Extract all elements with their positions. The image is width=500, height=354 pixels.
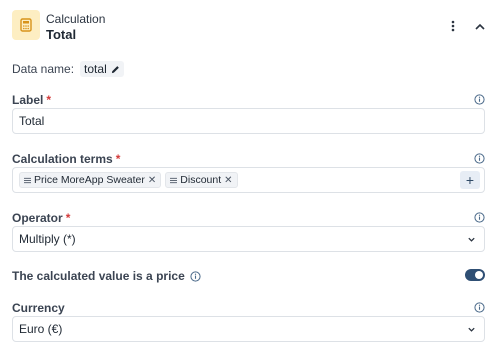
info-icon[interactable] bbox=[474, 94, 485, 105]
info-icon[interactable] bbox=[474, 153, 485, 164]
widget-header: Calculation Total bbox=[12, 10, 488, 44]
list-icon bbox=[170, 177, 178, 183]
currency-select[interactable]: Euro (€) bbox=[12, 316, 485, 342]
price-toggle[interactable] bbox=[465, 269, 485, 281]
remove-term-icon[interactable]: ✕ bbox=[224, 175, 232, 186]
label-field-label: Label * bbox=[12, 93, 52, 107]
calculator-icon bbox=[12, 10, 40, 40]
toggle-knob bbox=[475, 271, 483, 279]
widget-type-label: Calculation bbox=[46, 12, 106, 26]
info-icon[interactable] bbox=[474, 212, 485, 223]
price-toggle-label: The calculated value is a price bbox=[12, 269, 201, 283]
operator-select[interactable]: Multiply (*) bbox=[12, 226, 485, 252]
data-name-value[interactable]: total bbox=[80, 61, 124, 77]
chevron-down-icon bbox=[468, 237, 475, 242]
term-chip[interactable]: Price MoreApp Sweater ✕ bbox=[19, 172, 162, 188]
term-chip[interactable]: Discount ✕ bbox=[165, 172, 238, 188]
pencil-icon[interactable] bbox=[111, 65, 120, 74]
remove-term-icon[interactable]: ✕ bbox=[148, 175, 156, 186]
data-name-text: total bbox=[84, 62, 107, 76]
operator-label: Operator * bbox=[12, 211, 71, 225]
required-mark: * bbox=[46, 93, 52, 107]
list-icon bbox=[24, 177, 31, 183]
more-options-icon[interactable] bbox=[446, 18, 460, 34]
add-term-button[interactable]: + bbox=[460, 171, 480, 189]
info-icon[interactable] bbox=[474, 302, 485, 313]
term-chip-label: Price MoreApp Sweater bbox=[34, 174, 145, 186]
currency-label: Currency bbox=[12, 301, 65, 315]
required-mark: * bbox=[115, 152, 121, 166]
required-mark: * bbox=[65, 211, 71, 225]
calculation-terms-label: Calculation terms * bbox=[12, 152, 121, 166]
widget-title: Total bbox=[46, 27, 77, 42]
data-name-label: Data name: bbox=[12, 62, 75, 76]
chevron-down-icon bbox=[468, 327, 475, 332]
data-name-row: Data name: total bbox=[12, 61, 124, 77]
chevron-up-icon[interactable] bbox=[472, 18, 488, 34]
calculation-terms-input[interactable]: Price MoreApp Sweater ✕ Discount ✕ + bbox=[12, 167, 485, 193]
term-chip-label: Discount bbox=[180, 174, 222, 186]
info-icon[interactable] bbox=[190, 270, 201, 282]
label-input[interactable]: Total bbox=[12, 108, 485, 134]
